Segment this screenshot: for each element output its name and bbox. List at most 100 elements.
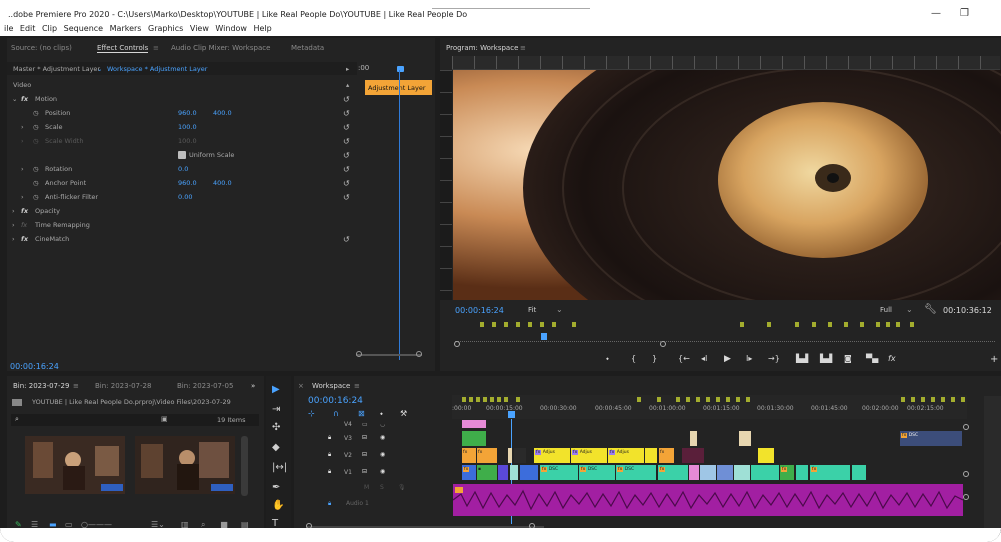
mute-icon[interactable]: M — [364, 484, 369, 491]
vscroll-handle-top[interactable] — [963, 424, 969, 430]
tab-bin-0728[interactable]: Bin: 2023-07-28 — [95, 382, 151, 390]
marker-icon[interactable] — [795, 322, 799, 327]
clip[interactable]: fx DSC — [900, 431, 962, 446]
ec-zoom-scrollbar[interactable] — [356, 354, 422, 356]
hand-tool-icon[interactable]: ✋ — [272, 500, 284, 511]
tab-menu-icon[interactable]: ≡ — [153, 44, 159, 52]
tab-sequence[interactable]: Workspace — [312, 382, 350, 390]
wrench-icon[interactable]: 🔧︎ — [924, 304, 937, 315]
marker-icon[interactable] — [540, 322, 544, 327]
marker-icon[interactable] — [860, 322, 864, 327]
marker-icon[interactable] — [497, 397, 501, 402]
chevron-down-icon[interactable]: ⌄ — [97, 65, 102, 73]
vscroll-handle-bottom[interactable] — [963, 471, 969, 477]
zoom-handle-left[interactable] — [356, 351, 362, 357]
marker-icon[interactable] — [716, 397, 720, 402]
menu-view[interactable]: View — [190, 24, 209, 33]
marker-icon[interactable] — [876, 322, 880, 327]
chevron-down-icon[interactable]: ⌄ — [556, 305, 563, 314]
lock-icon[interactable]: 🔒︎ — [328, 468, 331, 476]
eye-icon[interactable]: ◉ — [380, 451, 385, 458]
mark-out-icon[interactable]: } — [652, 354, 657, 363]
marker-icon[interactable] — [896, 322, 900, 327]
ec-timecode[interactable]: 00:00:16:24 — [10, 362, 59, 371]
marker-icon[interactable] — [901, 397, 905, 402]
close-icon[interactable]: × — [298, 382, 304, 390]
tab-bin-0705[interactable]: Bin: 2023-07-05 — [177, 382, 233, 390]
vscroll-handle-audio[interactable] — [963, 494, 969, 500]
marker-icon[interactable] — [476, 397, 480, 402]
reset-icon[interactable]: ↺ — [343, 165, 350, 174]
tab-menu-icon[interactable]: ≡ — [73, 382, 79, 390]
more-tabs-icon[interactable]: » — [251, 382, 255, 390]
zoom-handle-left[interactable] — [454, 341, 460, 347]
clip[interactable] — [852, 465, 866, 480]
menu-window[interactable]: Window — [215, 24, 247, 33]
marker-icon[interactable] — [676, 397, 680, 402]
marker-icon[interactable] — [516, 322, 520, 327]
marker-icon[interactable] — [961, 397, 965, 402]
stopwatch-icon[interactable]: ◷ — [33, 123, 39, 131]
stopwatch-icon[interactable]: ◷ — [33, 165, 39, 173]
bin-scrollbar[interactable] — [241, 436, 248, 496]
clip[interactable] — [498, 465, 508, 480]
add-marker-icon[interactable]: ⬩ — [380, 409, 383, 419]
marker-icon[interactable] — [504, 322, 508, 327]
marker-icon[interactable] — [910, 322, 914, 327]
clip[interactable] — [690, 431, 697, 446]
menu-edit[interactable]: Edit — [20, 24, 36, 33]
program-scrub-bar[interactable] — [455, 336, 995, 342]
nest-icon[interactable]: ⊹ — [308, 409, 315, 418]
menu-file[interactable]: ile — [4, 24, 13, 33]
clip[interactable] — [520, 465, 538, 480]
chevron-right-icon[interactable]: › — [12, 235, 15, 243]
reset-icon[interactable]: ↺ — [343, 123, 350, 132]
reset-icon[interactable]: ↺ — [343, 151, 350, 160]
antiflicker-value[interactable]: 0.00 — [178, 193, 192, 201]
marker-icon[interactable] — [921, 397, 925, 402]
sync-lock-icon[interactable]: ⊟ — [362, 451, 367, 458]
slip-tool-icon[interactable]: |↔| — [272, 462, 287, 473]
clip[interactable]: fx — [810, 465, 850, 480]
clip[interactable] — [645, 448, 657, 463]
selection-tool-icon[interactable]: ▶ — [272, 384, 280, 395]
clip[interactable] — [514, 448, 526, 463]
play-only-icon[interactable]: ▸ — [346, 65, 349, 73]
marker-icon[interactable] — [941, 397, 945, 402]
lock-icon[interactable]: 🔒︎ — [328, 434, 331, 442]
clip[interactable] — [682, 448, 704, 463]
marker-icon[interactable] — [552, 322, 556, 327]
comparison-view-icon[interactable]: ▀▄ — [866, 354, 878, 363]
tab-bin-0729[interactable]: Bin: 2023-07-29 — [13, 382, 69, 390]
add-button-icon[interactable]: + — [990, 354, 998, 365]
new-bin-icon[interactable]: ▣ — [161, 415, 168, 423]
menu-markers[interactable]: Markers — [110, 24, 142, 33]
marker-icon[interactable] — [637, 397, 641, 402]
tab-menu-icon[interactable]: ≡ — [354, 382, 360, 390]
sync-lock-icon[interactable]: ⊟ — [362, 468, 367, 475]
play-icon[interactable]: ▶ — [724, 354, 731, 364]
tab-metadata[interactable]: Metadata — [291, 44, 324, 52]
marker-icon[interactable] — [736, 397, 740, 402]
stopwatch-icon[interactable]: ◷ — [33, 193, 39, 201]
clip[interactable]: fx — [780, 465, 794, 480]
razor-icon[interactable]: ◆ — [272, 442, 280, 453]
track-select-icon[interactable]: ⇥ — [272, 404, 280, 415]
menu-graphics[interactable]: Graphics — [148, 24, 183, 33]
chevron-right-icon[interactable]: › — [21, 123, 24, 131]
position-y-value[interactable]: 400.0 — [213, 109, 232, 117]
program-title[interactable]: Program: Workspace — [446, 44, 518, 52]
clip[interactable]: fx DSC — [616, 465, 656, 480]
lift-icon[interactable]: ▙▟ — [796, 354, 808, 363]
marker-icon[interactable] — [696, 397, 700, 402]
menu-sequence[interactable]: Sequence — [64, 24, 103, 33]
solo-icon[interactable]: S — [380, 484, 384, 491]
fx-icon[interactable]: fx — [21, 235, 28, 243]
sync-lock-icon[interactable]: ▭ — [362, 421, 368, 428]
menu-help[interactable]: Help — [254, 24, 272, 33]
audio-clip[interactable] — [453, 484, 963, 516]
lock-icon[interactable]: 🔒︎ — [328, 451, 331, 459]
clip[interactable]: fx — [659, 448, 674, 463]
eye-icon[interactable]: ◉ — [380, 434, 385, 441]
marker-icon[interactable] — [504, 397, 508, 402]
